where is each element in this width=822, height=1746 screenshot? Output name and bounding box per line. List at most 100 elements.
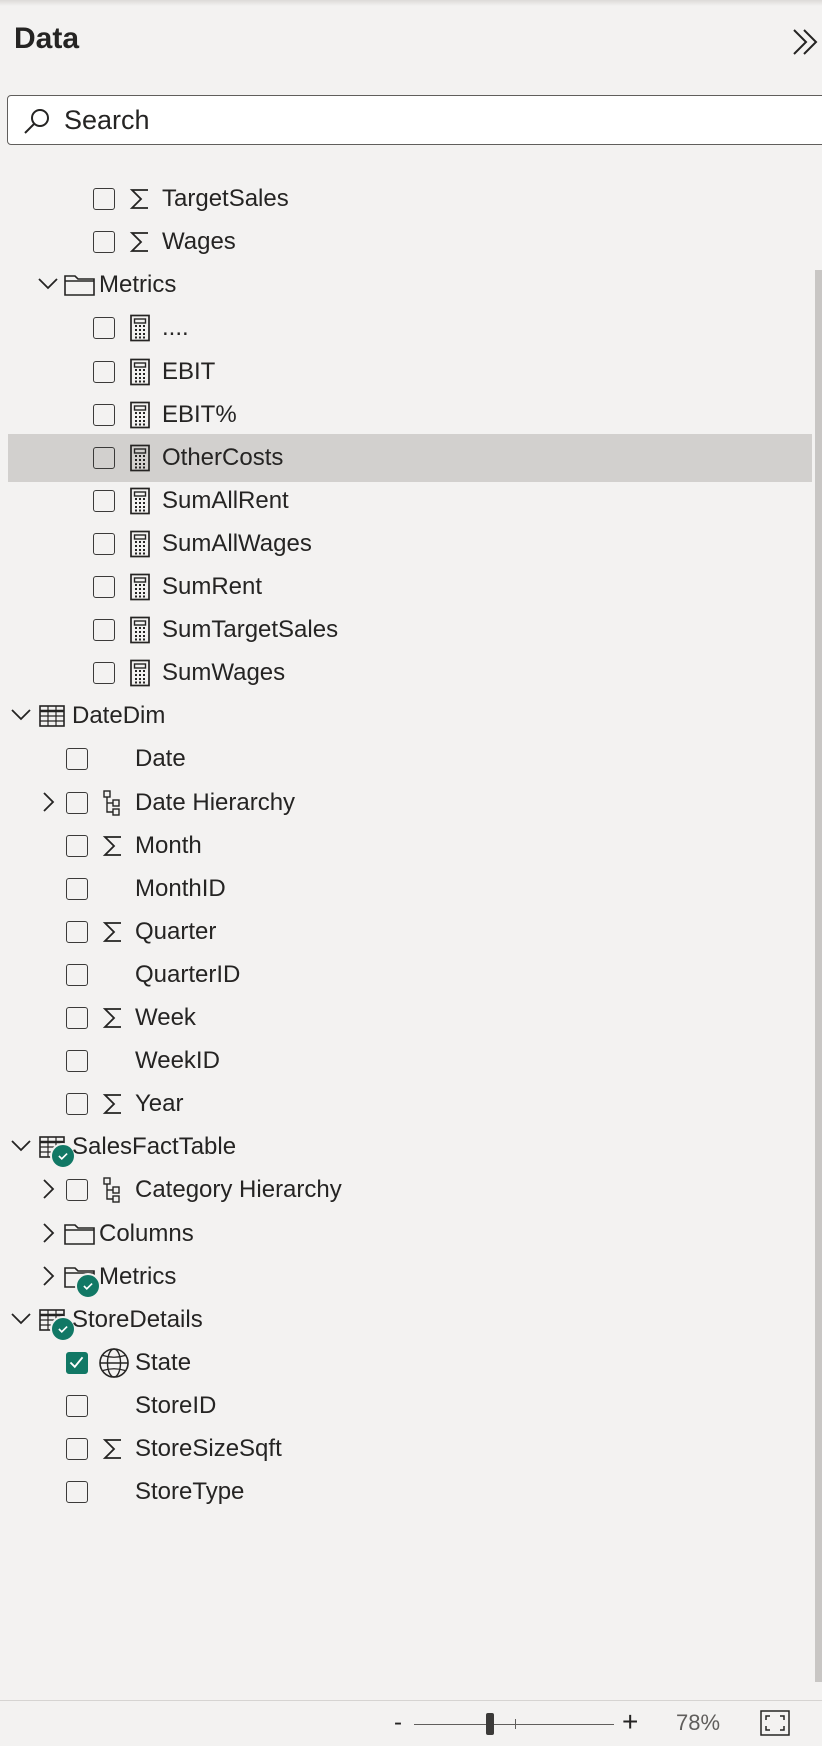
chevron-down-icon[interactable]: [10, 1308, 32, 1330]
tree-row[interactable]: QuarterID: [8, 951, 812, 999]
checkbox[interactable]: [93, 619, 115, 642]
chevron-right-icon[interactable]: [37, 1178, 59, 1200]
calculator-icon: [126, 401, 154, 429]
tree-row-label: Wages: [162, 228, 236, 256]
calculator-icon: [126, 530, 154, 558]
checkbox[interactable]: [93, 446, 115, 469]
checkbox[interactable]: [93, 188, 115, 211]
tree-row[interactable]: Year: [8, 1080, 812, 1128]
sigma-icon: [99, 1090, 127, 1118]
checkbox[interactable]: [66, 1394, 88, 1417]
checkbox[interactable]: [66, 748, 88, 771]
vertical-scrollbar[interactable]: [815, 270, 822, 1682]
tree-row-label: TargetSales: [162, 185, 289, 213]
zoom-slider-track[interactable]: [414, 1724, 614, 1725]
chevron-down-icon[interactable]: [10, 1135, 32, 1157]
tree-row-label: EBIT%: [162, 400, 237, 428]
search-box[interactable]: [7, 95, 822, 145]
tree-row-label: StoreSizeSqft: [135, 1435, 282, 1462]
zoom-in-button[interactable]: +: [622, 1706, 638, 1738]
tree-row[interactable]: OtherCosts: [8, 433, 812, 482]
tree-row[interactable]: Metrics: [8, 261, 812, 309]
tree-row-label: DateDim: [72, 702, 166, 730]
tree-row[interactable]: MonthID: [8, 865, 812, 913]
calculator-icon: [126, 573, 154, 601]
checkbox[interactable]: [66, 1438, 88, 1460]
checkbox[interactable]: [66, 791, 88, 814]
collapse-pane-button[interactable]: [788, 22, 822, 62]
chevron-down-icon[interactable]: [37, 273, 59, 295]
tree-row-label: Date Hierarchy: [135, 788, 296, 816]
tree-row[interactable]: StoreID: [8, 1382, 812, 1430]
zoom-slider-thumb[interactable]: [486, 1713, 494, 1735]
tree-row[interactable]: Week: [8, 994, 812, 1042]
checkbox[interactable]: [66, 1481, 88, 1504]
tree-row[interactable]: Date Hierarchy: [8, 779, 812, 827]
zoom-out-button[interactable]: -: [394, 1709, 402, 1737]
calculator-icon: [126, 358, 154, 386]
tree-row[interactable]: Quarter: [8, 908, 812, 956]
calculator-icon: [126, 616, 154, 644]
checkbox[interactable]: [66, 1093, 88, 1116]
tree-row[interactable]: SumAllWages: [8, 520, 812, 568]
tree-row[interactable]: SumRent: [8, 563, 812, 611]
tree-row[interactable]: EBIT: [8, 348, 812, 396]
checkbox[interactable]: [93, 489, 115, 512]
checkbox[interactable]: [93, 317, 115, 340]
tree-row[interactable]: SumWages: [8, 649, 812, 697]
tree-row-label: Date: [135, 745, 186, 773]
tree-row[interactable]: TargetSales: [8, 175, 812, 223]
tree-row[interactable]: SalesFactTable: [8, 1123, 812, 1171]
tree-row[interactable]: State: [8, 1339, 812, 1387]
tree-row[interactable]: Metrics: [8, 1253, 812, 1301]
tree-row[interactable]: ....: [8, 304, 812, 352]
checkbox-checked[interactable]: [66, 1351, 88, 1374]
chevron-down-icon[interactable]: [10, 704, 32, 726]
tree-row-label: ....: [162, 314, 189, 342]
tree-row-label: SumWages: [162, 659, 286, 687]
checkbox[interactable]: [66, 1007, 88, 1029]
search-icon: [24, 109, 49, 134]
calculator-icon: [126, 314, 154, 342]
checkbox[interactable]: [93, 231, 115, 254]
tree-row[interactable]: Month: [8, 822, 812, 870]
tree-row[interactable]: SumAllRent: [8, 477, 812, 525]
checkbox[interactable]: [93, 662, 115, 685]
checkbox[interactable]: [66, 877, 88, 900]
checkbox[interactable]: [66, 963, 88, 986]
top-border: [0, 0, 822, 6]
sigma-icon: [126, 228, 154, 256]
checkbox[interactable]: [93, 576, 115, 598]
tree-row-label: Year: [135, 1090, 184, 1118]
search-input[interactable]: [64, 105, 764, 135]
tree-row[interactable]: Wages: [8, 218, 812, 266]
tree-row[interactable]: StoreDetails: [8, 1296, 812, 1344]
checkbox[interactable]: [66, 1179, 88, 1202]
pane-title: Data: [14, 22, 80, 55]
tree-row[interactable]: DateDim: [8, 692, 812, 740]
fit-to-page-button[interactable]: [760, 1710, 790, 1736]
checkbox[interactable]: [93, 360, 115, 383]
sigma-icon: [99, 918, 127, 946]
chevron-right-icon[interactable]: [37, 1265, 59, 1287]
sigma-icon: [99, 1435, 127, 1463]
tree-row[interactable]: Date: [8, 735, 812, 783]
tree-row[interactable]: StoreType: [8, 1468, 812, 1516]
tree-row-label: SumRent: [162, 573, 263, 600]
checkbox[interactable]: [93, 403, 115, 426]
tree-row[interactable]: SumTargetSales: [8, 606, 812, 654]
chevron-right-icon[interactable]: [37, 1222, 59, 1244]
tree-row[interactable]: EBIT%: [8, 391, 812, 439]
tree-row[interactable]: Columns: [8, 1210, 812, 1258]
checkbox[interactable]: [66, 1050, 88, 1073]
tree-row[interactable]: Category Hierarchy: [8, 1166, 812, 1214]
tree-row-label: StoreType: [135, 1478, 245, 1506]
tree-row[interactable]: StoreSizeSqft: [8, 1425, 812, 1473]
checkbox[interactable]: [93, 532, 115, 555]
tree-row-label: StoreDetails: [72, 1305, 203, 1333]
calculator-icon: [126, 659, 154, 687]
checkbox[interactable]: [66, 834, 88, 857]
chevron-right-icon[interactable]: [37, 791, 59, 813]
tree-row[interactable]: WeekID: [8, 1037, 812, 1085]
checkbox[interactable]: [66, 920, 88, 943]
